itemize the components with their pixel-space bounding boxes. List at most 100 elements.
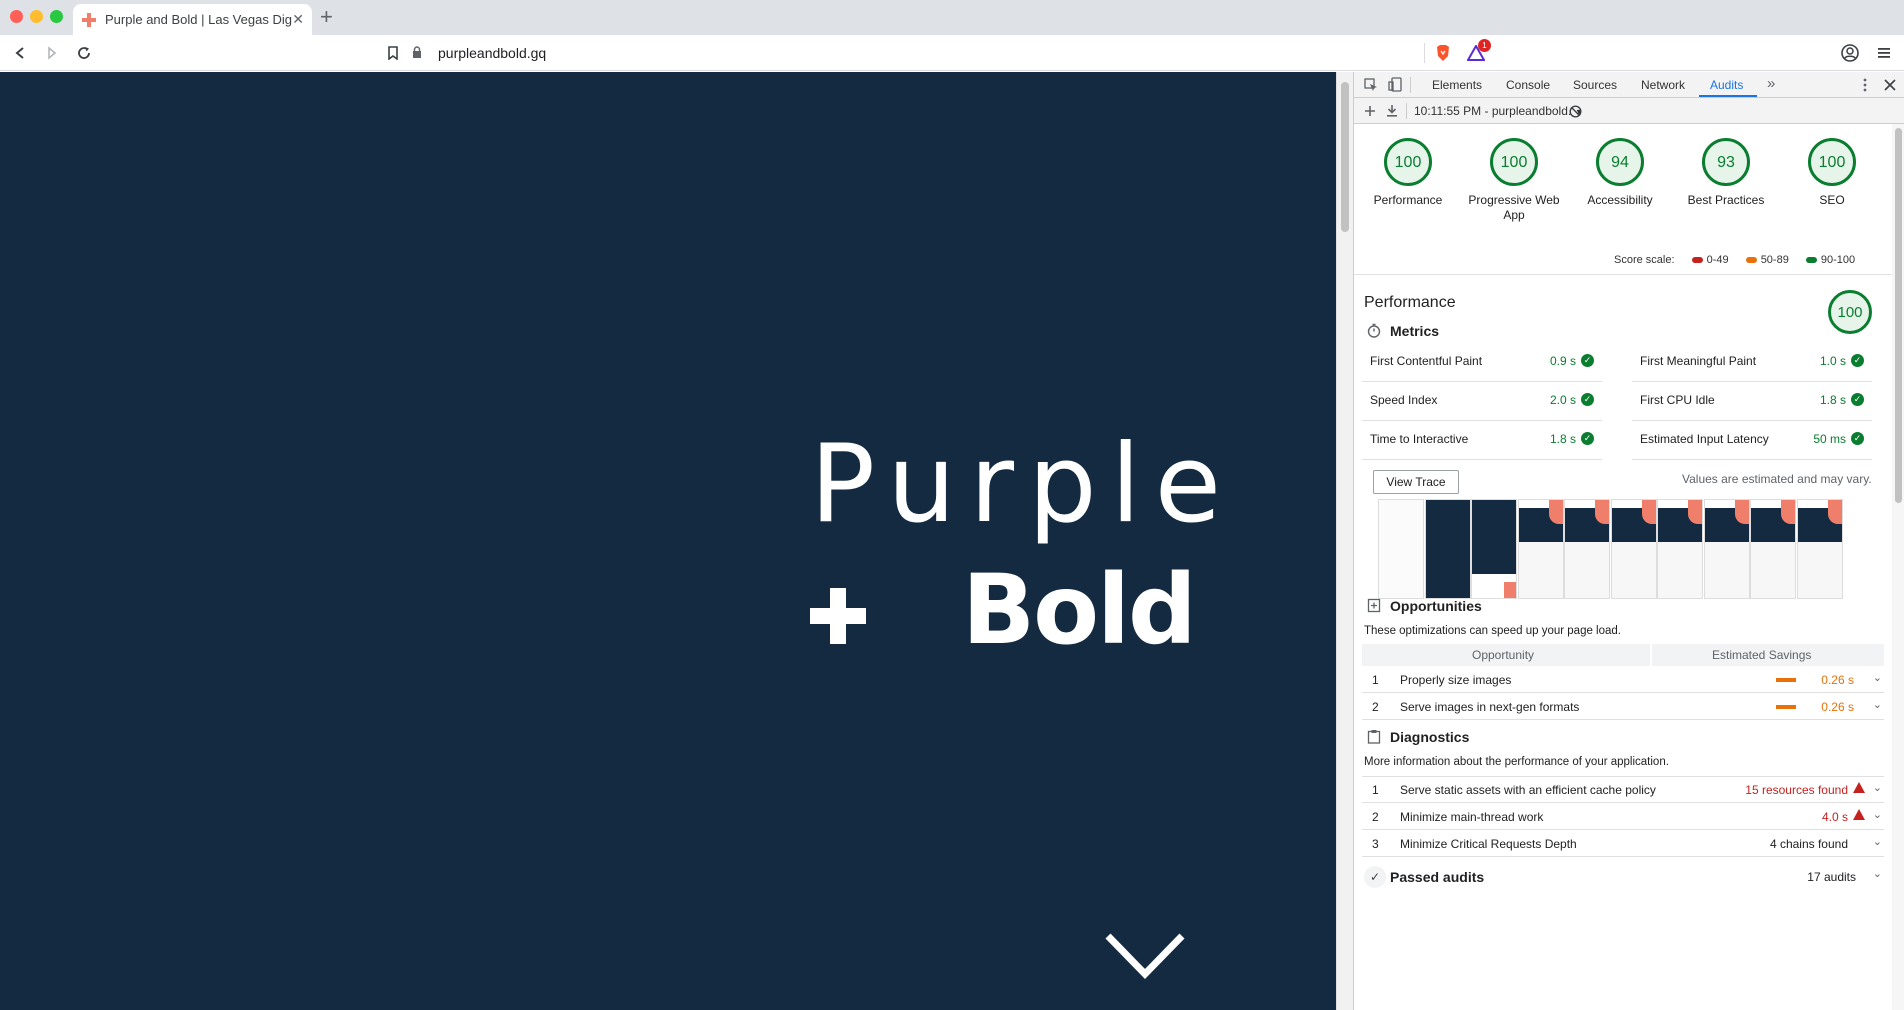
report-scrollbar[interactable]: [1892, 124, 1904, 1010]
back-arrow-icon: [15, 47, 24, 59]
row-number: 1: [1372, 673, 1379, 687]
passed-audits-title: Passed audits: [1390, 869, 1485, 885]
new-tab-button[interactable]: +: [320, 6, 333, 28]
brave-shields-button[interactable]: [1433, 43, 1453, 63]
plus-icon: [810, 588, 866, 644]
diagnostic-row[interactable]: 1 Serve static assets with an efficient c…: [1362, 776, 1884, 803]
expand-chevron-icon[interactable]: ⌄: [1873, 808, 1882, 821]
zoom-window-button[interactable]: [50, 10, 63, 23]
metric-label: First CPU Idle: [1640, 393, 1715, 407]
bookmark-button[interactable]: [383, 43, 403, 63]
diagnostic-row[interactable]: 3 Minimize Critical Requests Depth 4 chain…: [1362, 830, 1884, 857]
clear-reports-icon[interactable]: [1569, 105, 1582, 118]
pass-check-icon: ✓: [1581, 432, 1594, 445]
row-savings: 0.26 s: [1821, 700, 1854, 714]
expand-chevron-icon[interactable]: ⌄: [1873, 671, 1882, 684]
filmstrip-frame: [1564, 499, 1610, 599]
warning-triangle-icon: [1853, 782, 1865, 793]
close-devtools-icon[interactable]: [1884, 79, 1896, 91]
performance-score-gauge: 100: [1828, 290, 1872, 334]
metric-value: 1.8 s: [1549, 432, 1576, 446]
report-scrollbar-thumb[interactable]: [1895, 128, 1902, 503]
download-report-icon[interactable]: [1386, 104, 1398, 117]
row-label: Serve images in next-gen formats: [1400, 700, 1580, 714]
metric-value: 1.8 s: [1819, 393, 1846, 407]
metric-tti: Time to Interactive 1.8 s ✓: [1362, 422, 1602, 460]
column-estimated-savings: Estimated Savings: [1712, 648, 1812, 662]
close-window-button[interactable]: [10, 10, 23, 23]
gauge-label: Best Practices: [1687, 193, 1765, 207]
performance-score: 100: [1837, 303, 1863, 321]
stopwatch-icon: [1367, 323, 1381, 338]
reload-button[interactable]: [74, 43, 94, 63]
expand-chevron-icon[interactable]: ⌄: [1873, 835, 1882, 848]
opportunity-row[interactable]: 2 Serve images in next-gen formats 0.26 s ⌄: [1362, 693, 1884, 720]
scale-bad-dot: [1691, 257, 1703, 264]
page-scrollbar-thumb[interactable]: [1341, 82, 1349, 232]
browser-tab[interactable]: Purple and Bold | Las Vegas Dig ✕: [73, 4, 312, 35]
report-selector[interactable]: 10:11:55 PM - purpleandbold. ▾: [1414, 104, 1582, 118]
passed-audits-header[interactable]: ✓ Passed audits 17 audits ⌄: [1362, 862, 1884, 894]
row-label: Serve static assets with an efficient ca…: [1400, 783, 1656, 797]
row-value: 4 chains found: [1769, 837, 1848, 851]
gauge-score: 100: [1490, 138, 1538, 186]
row-number: 2: [1372, 810, 1379, 824]
url-text: purpleandbold.gq: [438, 45, 547, 61]
web-page: Purple Bold: [0, 72, 1336, 1010]
gauge-accessibility[interactable]: 94 Accessibility: [1566, 138, 1674, 208]
pass-check-icon: ✓: [1851, 432, 1864, 445]
metric-value: 50 ms: [1813, 432, 1846, 446]
tab-sources[interactable]: Sources: [1573, 78, 1617, 92]
row-value: 15 resources found: [1745, 783, 1848, 797]
active-tab-indicator: [1699, 95, 1757, 97]
gauge-label: Progressive Web App: [1468, 193, 1560, 222]
gauge-label: SEO: [1819, 193, 1845, 207]
new-audit-icon[interactable]: [1364, 105, 1376, 117]
expand-chevron-icon[interactable]: ⌄: [1873, 698, 1882, 711]
gauge-seo[interactable]: 100 SEO: [1778, 138, 1886, 208]
more-tabs-button[interactable]: »: [1767, 75, 1775, 92]
tab-close-icon[interactable]: ✕: [292, 11, 304, 28]
checkmark-icon: ✓: [1364, 866, 1386, 888]
scroll-down-chevron-icon[interactable]: [1104, 930, 1186, 980]
tab-audits[interactable]: Audits: [1710, 78, 1743, 92]
tab-console[interactable]: Console: [1506, 78, 1550, 92]
metric-value: 1.0 s: [1819, 354, 1846, 368]
column-divider: [1650, 644, 1652, 666]
metric-label: Estimated Input Latency: [1640, 432, 1769, 446]
opportunity-row[interactable]: 1 Properly size images 0.26 s ⌄: [1362, 666, 1884, 693]
gauge-best-practices[interactable]: 93 Best Practices: [1672, 138, 1780, 208]
filmstrip-frame: [1703, 499, 1750, 599]
expand-chevron-icon[interactable]: ⌄: [1873, 781, 1882, 794]
page-scrollbar[interactable]: [1336, 72, 1353, 1010]
metric-label: Speed Index: [1370, 393, 1438, 407]
audits-toolbar: 10:11:55 PM - purpleandbold. ▾: [1354, 98, 1904, 124]
devtools-panel: Elements Console Sources Network Audits …: [1353, 72, 1904, 1010]
gauge-pwa[interactable]: 100 Progressive Web App: [1460, 138, 1568, 223]
forward-button[interactable]: [42, 43, 62, 63]
minimize-window-button[interactable]: [30, 10, 43, 23]
device-toolbar-icon[interactable]: [1388, 77, 1402, 92]
back-button[interactable]: [10, 43, 30, 63]
hero-title-purple: Purple: [810, 422, 1236, 547]
expand-chevron-icon[interactable]: ⌄: [1873, 867, 1882, 880]
divider: [1354, 274, 1892, 275]
brave-rewards-button[interactable]: 1: [1466, 39, 1491, 63]
menu-button[interactable]: [1874, 43, 1894, 63]
site-favicon-icon: [82, 12, 96, 27]
inspect-element-icon[interactable]: [1364, 78, 1378, 92]
tab-elements[interactable]: Elements: [1432, 78, 1482, 92]
gauge-performance[interactable]: 100 Performance: [1354, 138, 1462, 208]
scale-good-label: 90-100: [1820, 254, 1856, 266]
view-trace-button[interactable]: View Trace: [1373, 470, 1459, 494]
profile-button[interactable]: [1840, 43, 1860, 63]
pass-check-icon: ✓: [1851, 393, 1864, 406]
diagnostic-row[interactable]: 2 Minimize main-thread work 4.0 s ⌄: [1362, 803, 1884, 830]
warning-triangle-icon: [1853, 809, 1865, 820]
address-bar[interactable]: purpleandbold.gq: [412, 39, 1422, 67]
opportunities-title: Opportunities: [1390, 598, 1482, 614]
tab-network[interactable]: Network: [1641, 78, 1685, 92]
row-label: Properly size images: [1400, 673, 1512, 687]
kebab-menu-icon[interactable]: [1863, 78, 1867, 92]
clipboard-icon: [1367, 730, 1381, 744]
